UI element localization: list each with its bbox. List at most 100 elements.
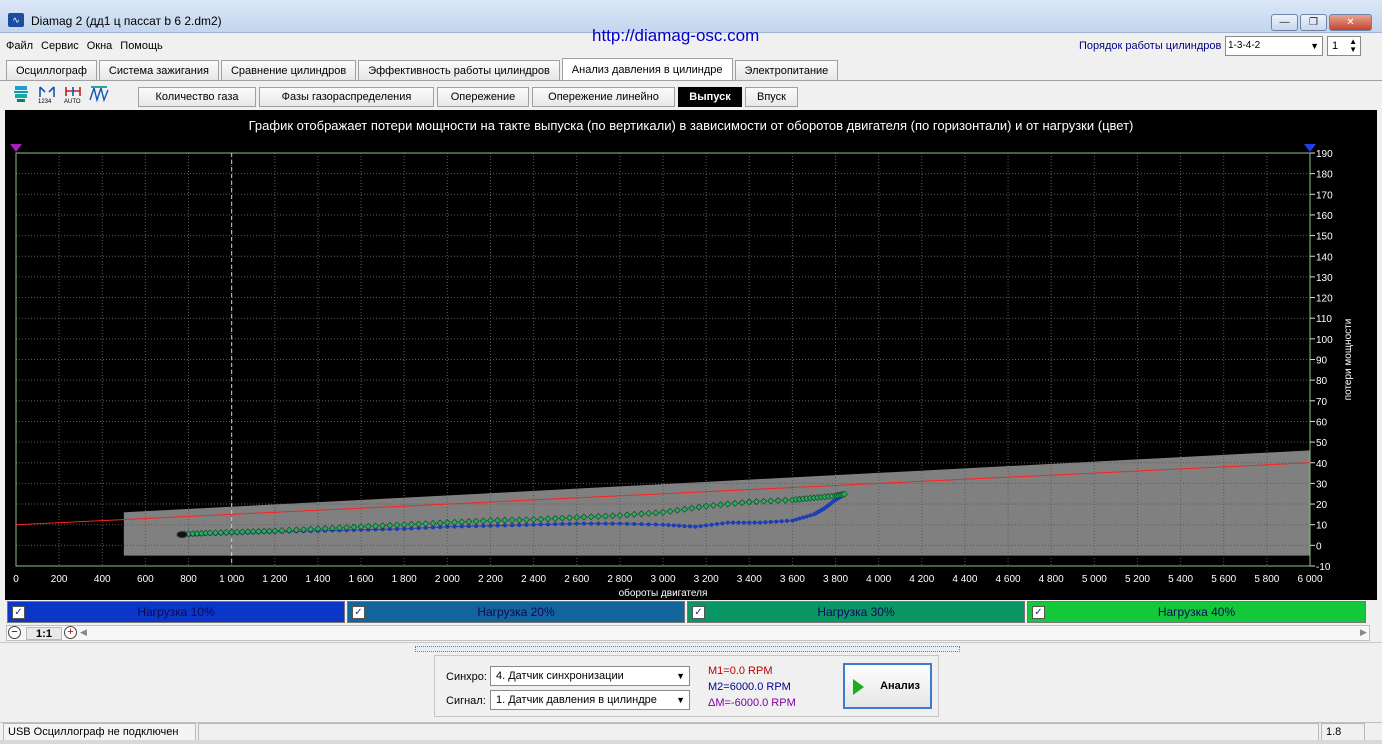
series-point bbox=[502, 523, 507, 528]
series-point bbox=[610, 521, 615, 526]
power-loss-zone bbox=[123, 450, 1310, 556]
tab-cylinder-efficiency[interactable]: Эффективность работы цилиндров bbox=[358, 60, 560, 80]
wave-icon[interactable] bbox=[88, 83, 110, 105]
y-tick-label: 0 bbox=[1316, 541, 1322, 552]
menu-file[interactable]: Файл bbox=[4, 36, 35, 56]
series-point bbox=[677, 523, 682, 528]
cylinder-order-select[interactable]: 1-3-4-2 ▼ bbox=[1225, 36, 1323, 56]
y-tick-label: 90 bbox=[1316, 356, 1328, 367]
subtab-valve-timing[interactable]: Фазы газораспределения bbox=[259, 87, 434, 107]
auto-scale-icon[interactable]: AUTO bbox=[62, 83, 84, 105]
series-point bbox=[671, 523, 676, 528]
series-point bbox=[495, 523, 500, 528]
series-point bbox=[589, 521, 594, 526]
legend-load-10[interactable]: ✓ Нагрузка 10% bbox=[7, 601, 345, 623]
checkbox-load-20[interactable]: ✓ bbox=[352, 606, 365, 619]
signal-select[interactable]: 1. Датчик давления в цилиндре ▼ bbox=[490, 690, 690, 710]
x-tick-label: 2 400 bbox=[521, 574, 546, 585]
series-point bbox=[801, 515, 806, 520]
y-tick-label: 30 bbox=[1316, 479, 1328, 490]
x-tick-label: 2 800 bbox=[607, 574, 632, 585]
series-point bbox=[752, 520, 757, 525]
tab-pressure-analysis[interactable]: Анализ давления в цилиндре bbox=[561, 58, 733, 80]
series-point bbox=[779, 519, 784, 524]
marker-m1-readout: M1=0.0 RPM bbox=[708, 665, 773, 677]
x-tick-label: 1 600 bbox=[349, 574, 374, 585]
series-point bbox=[661, 522, 665, 527]
subtab-advance-linear[interactable]: Опережение линейно bbox=[532, 87, 675, 107]
subtab-intake[interactable]: Впуск bbox=[745, 87, 798, 107]
series-point bbox=[560, 522, 565, 527]
scroll-right-icon[interactable]: ▶ bbox=[1360, 627, 1367, 638]
subtab-exhaust[interactable]: Выпуск bbox=[678, 87, 742, 107]
series-point bbox=[797, 516, 802, 521]
sub-tabs: Количество газа Фазы газораспределения О… bbox=[138, 87, 801, 107]
x-tick-label: 2 200 bbox=[478, 574, 503, 585]
menu-windows[interactable]: Окна bbox=[85, 36, 115, 56]
tab-power-supply[interactable]: Электропитание bbox=[734, 60, 839, 80]
x-tick-label: 4 800 bbox=[1039, 574, 1064, 585]
series-point bbox=[704, 523, 709, 528]
y-tick-label: 160 bbox=[1316, 211, 1333, 222]
panel-splitter[interactable] bbox=[415, 646, 960, 652]
legend-load-30[interactable]: ✓ Нагрузка 30% bbox=[687, 601, 1025, 623]
horizontal-scrollbar[interactable] bbox=[6, 625, 1370, 641]
tab-cylinder-compare[interactable]: Сравнение цилиндров bbox=[220, 60, 357, 80]
x-tick-label: 1 400 bbox=[305, 574, 330, 585]
checkbox-load-30[interactable]: ✓ bbox=[692, 606, 705, 619]
chart-area[interactable]: -10 0 10 20 30 40 50 60 70 80 90 100 110 120 130 140 150… bbox=[5, 110, 1377, 600]
legend-load-20[interactable]: ✓ Нагрузка 20% bbox=[347, 601, 685, 623]
y-tick-label: 20 bbox=[1316, 500, 1328, 511]
close-button[interactable]: ✕ bbox=[1329, 14, 1372, 31]
status-panel bbox=[198, 723, 1319, 741]
minimize-button[interactable]: — bbox=[1271, 14, 1298, 31]
cylinder-order-value: 1-3-4-2 bbox=[1228, 40, 1261, 51]
x-tick-label: 1 000 bbox=[219, 574, 244, 585]
series-point bbox=[524, 522, 529, 527]
zoom-out-icon[interactable]: − bbox=[8, 626, 21, 639]
series-point bbox=[666, 523, 671, 528]
spin-arrows-icon: ▲ ▼ bbox=[1349, 37, 1357, 54]
y-tick-label: 50 bbox=[1316, 438, 1328, 449]
series-point bbox=[725, 520, 730, 525]
y-tick-label: 60 bbox=[1316, 417, 1328, 428]
checkbox-load-10[interactable]: ✓ bbox=[12, 606, 25, 619]
legend-load-40[interactable]: ✓ Нагрузка 40% bbox=[1027, 601, 1366, 623]
menu-service[interactable]: Сервис bbox=[39, 36, 81, 56]
series-point bbox=[790, 518, 795, 523]
x-tick-label: 800 bbox=[180, 574, 197, 585]
subtab-gas-amount[interactable]: Количество газа bbox=[138, 87, 256, 107]
website-link[interactable]: http://diamag-osc.com bbox=[592, 26, 759, 46]
cylinder-count-spinner[interactable]: 1 ▲ ▼ bbox=[1327, 36, 1361, 56]
zoom-in-icon[interactable]: + bbox=[64, 626, 77, 639]
legend-label-10: Нагрузка 10% bbox=[137, 605, 215, 619]
series-point bbox=[804, 514, 809, 519]
series-start-point bbox=[176, 531, 188, 539]
main-tabs: Осциллограф Система зажигания Сравнение … bbox=[6, 58, 840, 80]
series-point bbox=[720, 521, 725, 526]
series-point bbox=[632, 522, 637, 527]
zoom-ratio[interactable]: 1:1 bbox=[26, 627, 62, 640]
series-point bbox=[538, 522, 543, 527]
y-tick-label: 10 bbox=[1316, 521, 1328, 532]
svg-text:AUTO: AUTO bbox=[64, 99, 81, 104]
restore-button[interactable]: ❐ bbox=[1300, 14, 1327, 31]
cylinder-select-icon[interactable] bbox=[10, 83, 32, 105]
tab-oscilloscope[interactable]: Осциллограф bbox=[6, 60, 97, 80]
x-axis-label: обороты двигателя bbox=[619, 587, 708, 599]
cursor-m2-marker bbox=[1304, 144, 1316, 152]
numbering-icon[interactable]: 1234 bbox=[36, 83, 58, 105]
series-point bbox=[747, 520, 752, 525]
series-point bbox=[758, 520, 763, 525]
checkbox-load-40[interactable]: ✓ bbox=[1032, 606, 1045, 619]
chevron-down-icon: ▼ bbox=[1310, 41, 1319, 51]
series-point bbox=[736, 520, 741, 525]
x-tick-label: 5 000 bbox=[1082, 574, 1107, 585]
tab-ignition[interactable]: Система зажигания bbox=[98, 60, 219, 80]
scroll-left-icon[interactable]: ◀ bbox=[80, 627, 87, 638]
menu-help[interactable]: Помощь bbox=[118, 36, 165, 56]
x-tick-label: 5 800 bbox=[1254, 574, 1279, 585]
subtab-advance[interactable]: Опережение bbox=[437, 87, 529, 107]
sync-select[interactable]: 4. Датчик синхронизации ▼ bbox=[490, 666, 690, 686]
series-point bbox=[741, 520, 746, 525]
